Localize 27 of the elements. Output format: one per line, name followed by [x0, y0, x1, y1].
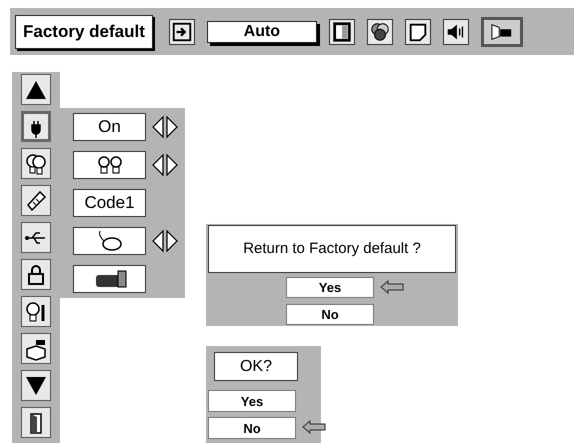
left-right-arrows-icon[interactable]	[150, 153, 180, 177]
left-arrow-icon	[380, 280, 404, 294]
speaker-icon[interactable]	[442, 18, 469, 44]
power-plug-icon[interactable]	[21, 111, 51, 142]
setting-value[interactable]: On	[73, 113, 146, 141]
contrast-icon[interactable]	[328, 18, 355, 44]
dialog-option[interactable]: No	[286, 304, 374, 325]
dialog-option[interactable]: No	[208, 417, 296, 439]
left-right-arrows-icon[interactable]	[150, 115, 180, 139]
projector-icon[interactable]	[73, 265, 146, 293]
lock-icon[interactable]	[21, 259, 51, 290]
lamp-tool-icon[interactable]	[21, 296, 51, 327]
left-right-arrows-icon[interactable]	[150, 229, 180, 253]
dialog-option[interactable]: Yes	[286, 276, 374, 298]
color-icon[interactable]	[366, 18, 393, 44]
lamp-icon[interactable]	[21, 148, 51, 179]
input-icon[interactable]	[168, 18, 195, 44]
setting-value[interactable]: Code1	[73, 189, 146, 217]
dialog-message: OK?	[214, 352, 298, 381]
menu-title: Factory default	[15, 14, 153, 48]
door-icon[interactable]	[21, 407, 51, 438]
dialog-message: Return to Factory default ?	[208, 225, 456, 273]
dialog-option[interactable]: Yes	[208, 390, 296, 412]
usb-icon[interactable]	[21, 222, 51, 253]
screen-icon[interactable]	[404, 18, 431, 44]
bulbs-icon[interactable]	[73, 151, 146, 179]
mouse-icon[interactable]	[73, 227, 146, 255]
